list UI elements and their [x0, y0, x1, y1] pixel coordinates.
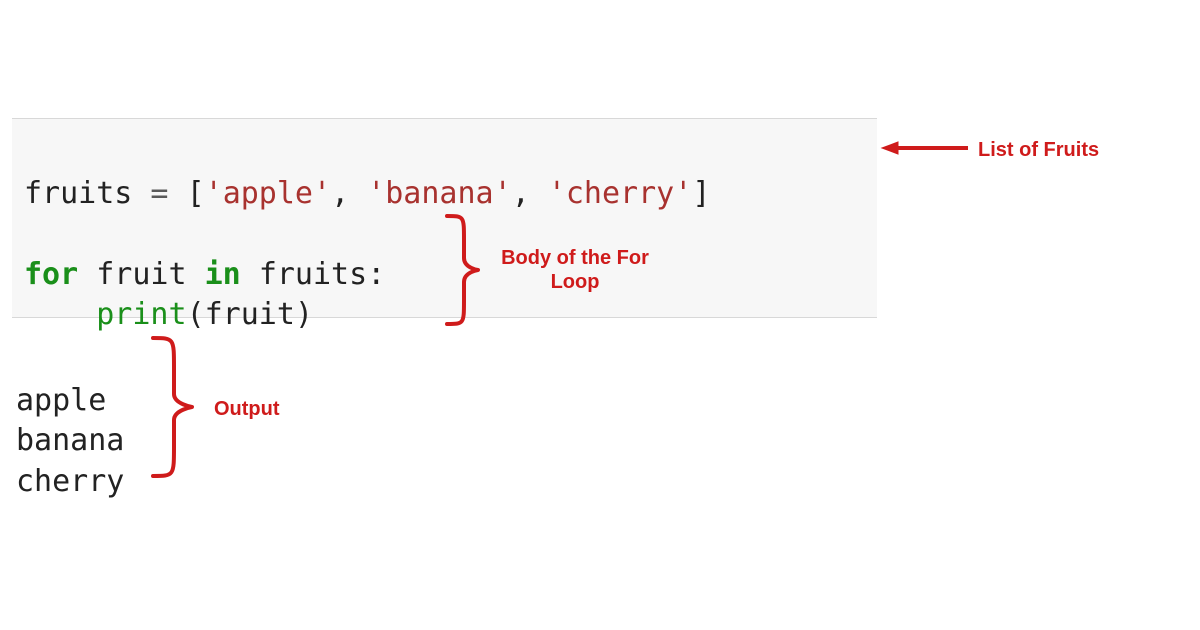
annotation-body-line2: Loop: [551, 271, 600, 293]
quote: ': [548, 176, 566, 211]
annotation-list-label: List of Fruits: [978, 138, 1099, 162]
code-line-1: fruits = ['apple', 'banana', 'cherry']: [24, 176, 710, 211]
brace-body-icon: [442, 210, 482, 330]
quote: ': [313, 176, 331, 211]
brace-output-icon: [148, 332, 196, 482]
quote: ': [494, 176, 512, 211]
var-name: fruits: [24, 176, 132, 211]
arg: fruit: [205, 297, 295, 332]
output-line-3: cherry: [16, 464, 124, 499]
coll-var: fruits: [259, 257, 367, 292]
fn-print: print: [96, 297, 186, 332]
string-cherry: cherry: [566, 176, 674, 211]
annotation-body-label: Body of the For Loop: [490, 246, 660, 294]
bracket-open: [: [187, 176, 205, 211]
quote: ': [205, 176, 223, 211]
iter-var: fruit: [96, 257, 186, 292]
string-apple: apple: [223, 176, 313, 211]
code-line-3: for fruit in fruits:: [24, 257, 385, 292]
output-block: apple banana cherry: [16, 340, 124, 502]
kw-in: in: [205, 257, 241, 292]
comma: ,: [512, 176, 548, 211]
paren-open: (: [187, 297, 205, 332]
quote: ': [674, 176, 692, 211]
kw-for: for: [24, 257, 78, 292]
quote: ': [367, 176, 385, 211]
comma: ,: [331, 176, 367, 211]
string-banana: banana: [385, 176, 493, 211]
code-line-4: print(fruit): [24, 297, 313, 332]
paren-close: ): [295, 297, 313, 332]
assign-op: =: [132, 176, 186, 211]
bracket-close: ]: [692, 176, 710, 211]
output-line-1: apple: [16, 383, 106, 418]
output-line-2: banana: [16, 423, 124, 458]
annotation-output-label: Output: [214, 397, 280, 421]
annotation-body-line1: Body of the For: [501, 247, 649, 269]
colon: :: [367, 257, 385, 292]
arrow-list-icon: [880, 138, 970, 158]
